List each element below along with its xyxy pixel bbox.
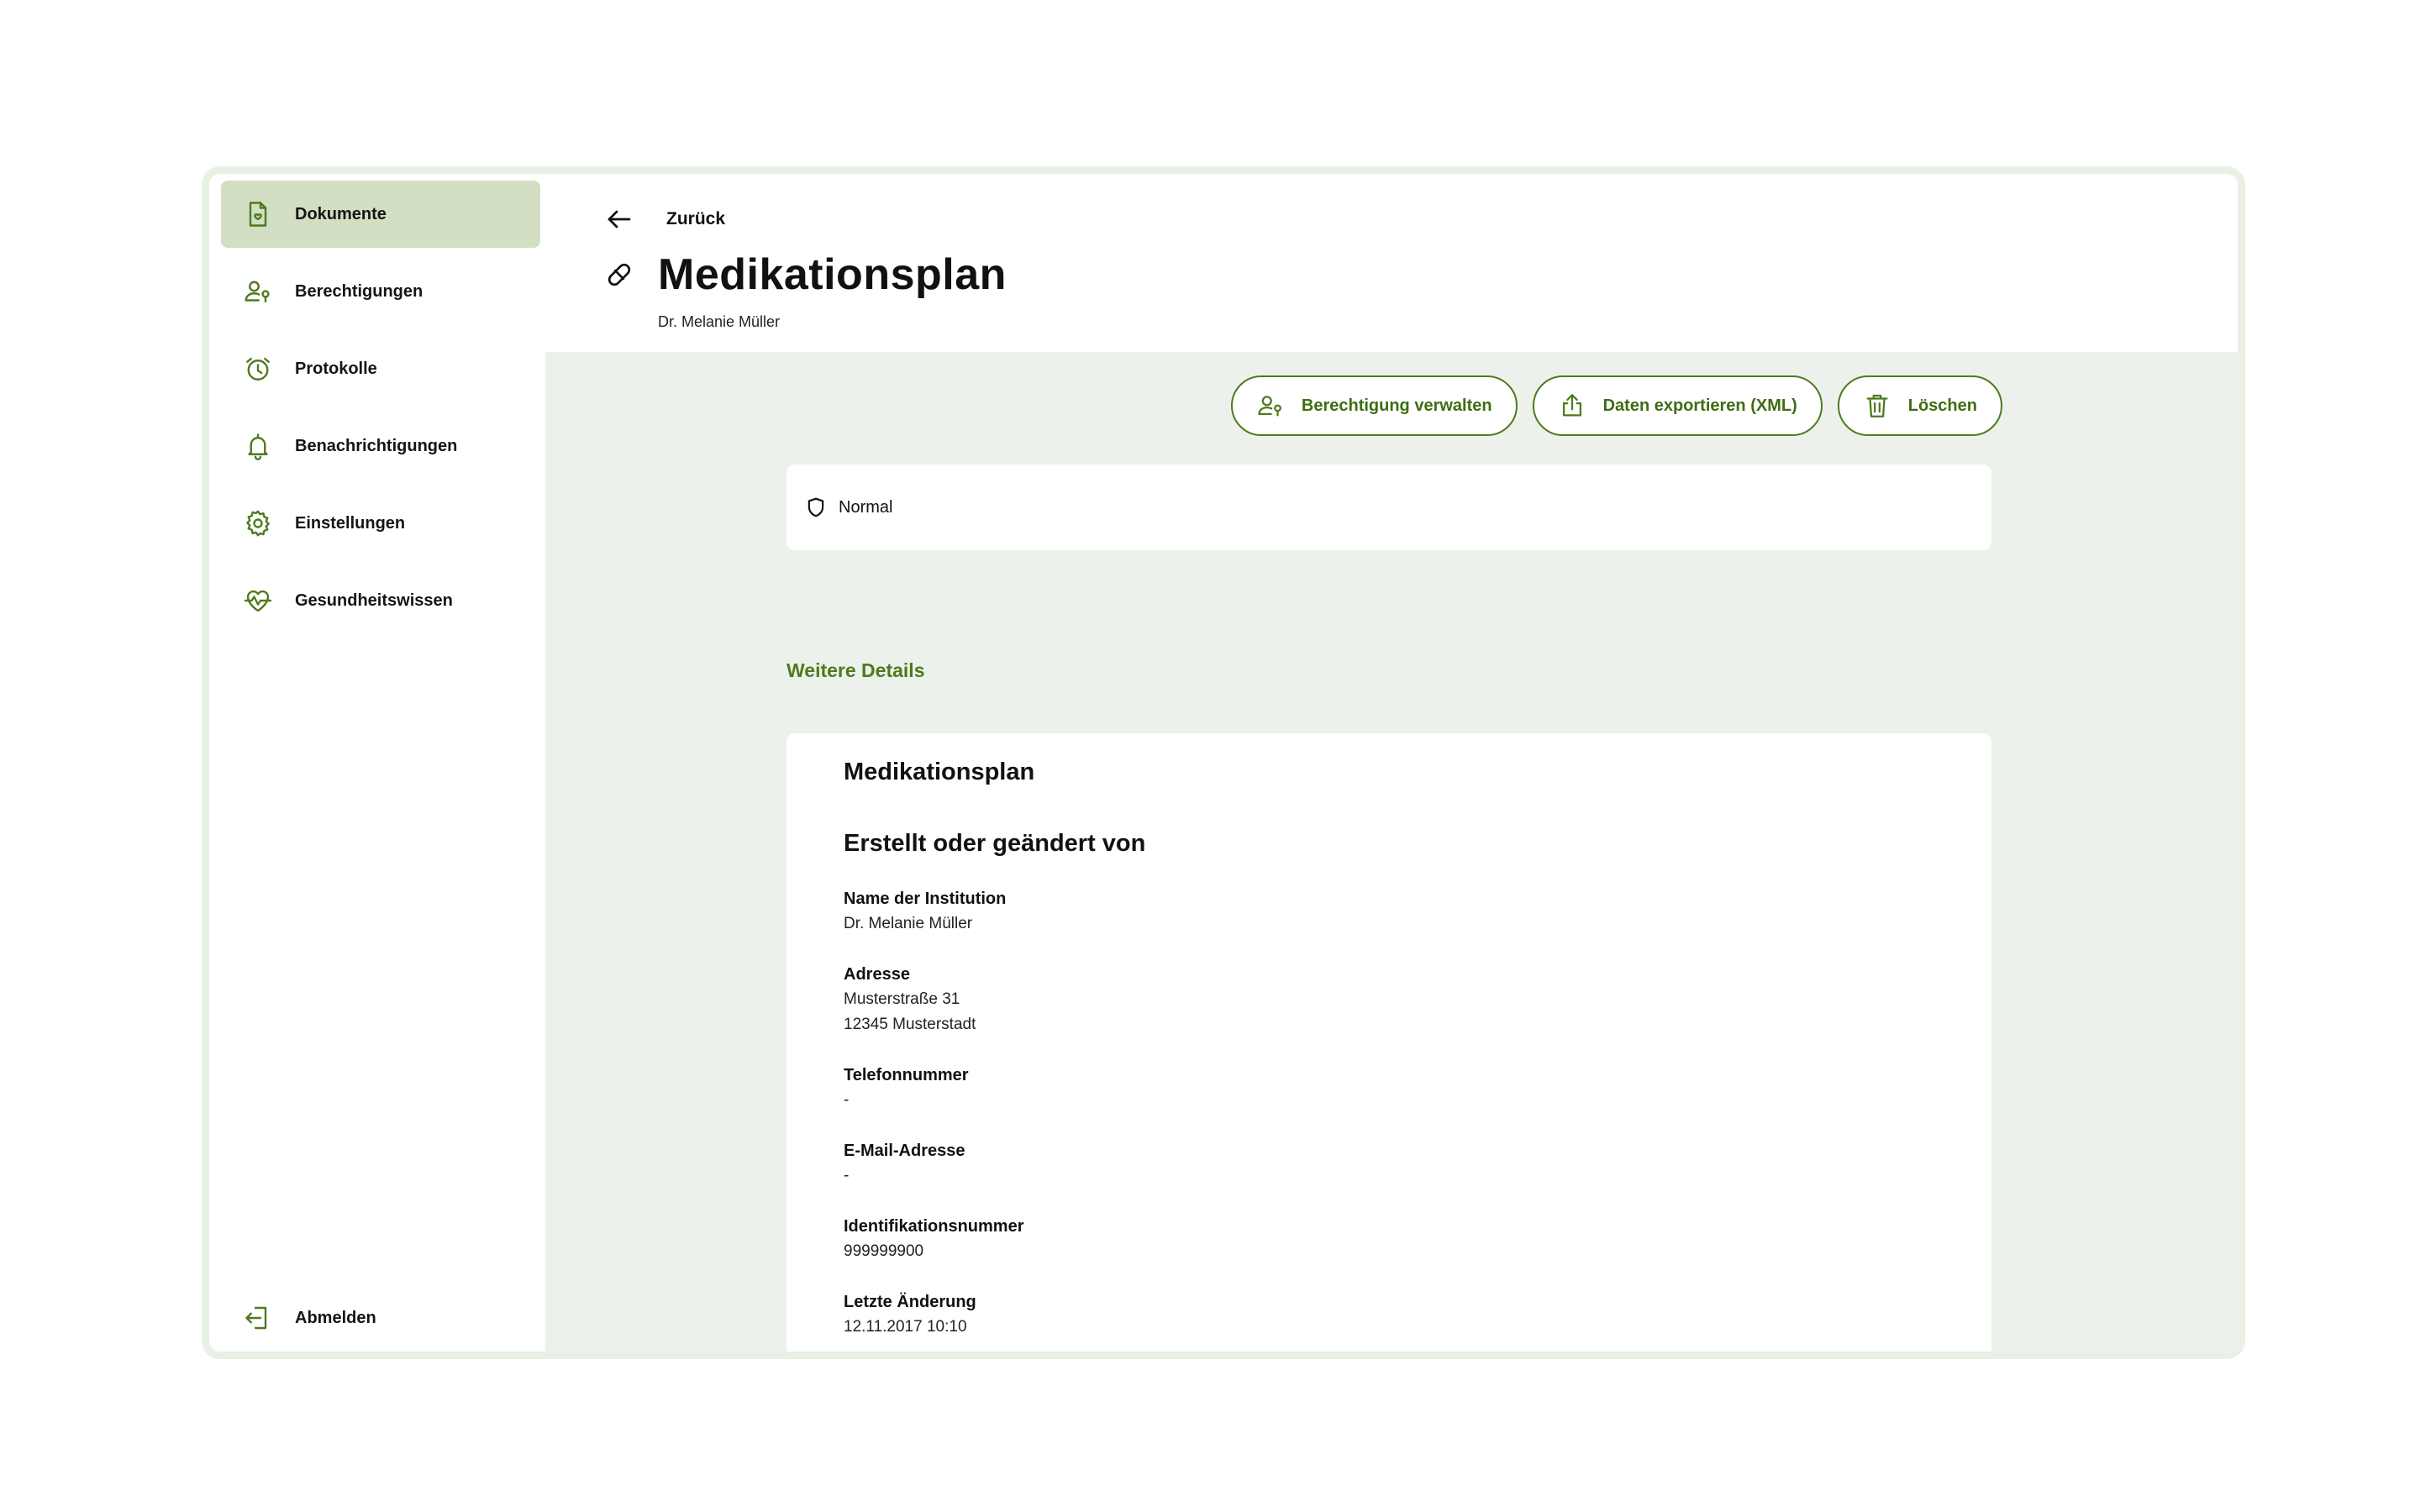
alarm-clock-icon [241, 352, 275, 386]
sidebar-item-label: Einstellungen [295, 513, 406, 533]
field-institution: Name der Institution Dr. Melanie Müller [844, 886, 1934, 937]
delete-button[interactable]: Löschen [1837, 375, 2002, 436]
logout-button[interactable]: Abmelden [221, 1284, 540, 1352]
field-label: Adresse [844, 965, 910, 984]
field-value: Musterstraße 31 [844, 990, 960, 1008]
field-phone: Telefonnummer - [844, 1063, 1934, 1113]
sidebar-item-label: Dokumente [295, 204, 387, 223]
user-key-icon [241, 275, 275, 308]
delete-label: Löschen [1907, 396, 1977, 415]
status-card: Normal [786, 465, 1991, 550]
field-value: 12345 Musterstadt [844, 1016, 976, 1033]
field-label: E-Mail-Adresse [844, 1142, 965, 1160]
more-details-link[interactable]: Weitere Details [786, 659, 924, 682]
field-address: Adresse Musterstraße 31 12345 Musterstad… [844, 962, 1934, 1037]
field-value: - [844, 1091, 850, 1109]
app-window: Dokumente Berechtigungen Protokolle Bena… [202, 166, 2245, 1359]
bell-icon [241, 429, 275, 463]
main-content: Zurück Medikationsplan Dr. Melanie Mülle… [545, 174, 2238, 1352]
field-label: Name der Institution [844, 890, 1007, 908]
sidebar-item-label: Protokolle [295, 359, 377, 378]
document-icon [241, 197, 275, 231]
pill-icon [608, 263, 631, 286]
field-id-number: Identifikationsnummer 999999900 [844, 1214, 1934, 1264]
page-subtitle: Dr. Melanie Müller [658, 313, 781, 330]
manage-permissions-button[interactable]: Berechtigung verwalten [1230, 375, 1518, 436]
sidebar-item-einstellungen[interactable]: Einstellungen [221, 490, 540, 557]
detail-card-title: Medikationsplan [844, 759, 1035, 785]
shield-icon [808, 497, 824, 517]
detail-card: Medikationsplan Erstellt oder geändert v… [786, 733, 1991, 1352]
field-email: E-Mail-Adresse - [844, 1138, 1934, 1189]
sidebar-item-label: Berechtigungen [295, 281, 424, 301]
sidebar-item-gesundheitswissen[interactable]: Gesundheitswissen [221, 567, 540, 634]
trash-icon [1866, 394, 1888, 417]
sidebar-item-label: Gesundheitswissen [295, 591, 453, 610]
sidebar-item-dokumente[interactable]: Dokumente [221, 181, 540, 248]
action-bar: Berechtigung verwalten Daten exportieren… [1230, 375, 2002, 436]
field-value: - [844, 1167, 850, 1184]
status-label: Normal [839, 497, 893, 517]
heart-pulse-icon [241, 584, 275, 617]
page-header: Zurück Medikationsplan Dr. Melanie Mülle… [545, 174, 2238, 352]
upload-icon [1562, 394, 1581, 417]
field-last-change: Letzte Änderung 12.11.2017 10:10 [844, 1289, 1934, 1340]
logout-icon [241, 1301, 275, 1335]
field-label: Letzte Änderung [844, 1293, 976, 1311]
field-value: 12.11.2017 10:10 [844, 1318, 967, 1336]
user-key-icon [1258, 396, 1281, 417]
back-button[interactable]: Zurück [604, 204, 725, 234]
export-xml-label: Daten exportieren (XML) [1602, 396, 1797, 415]
arrow-left-icon [608, 210, 631, 228]
page-title: Medikationsplan [658, 250, 1007, 299]
field-label: Identifikationsnummer [844, 1217, 1024, 1236]
logout-label: Abmelden [295, 1308, 376, 1327]
field-value: 999999900 [844, 1242, 924, 1260]
detail-subheading: Erstellt oder geändert von [844, 830, 1146, 857]
field-label: Telefonnummer [844, 1066, 969, 1084]
gear-icon [241, 507, 275, 540]
sidebar-item-benachrichtigungen[interactable]: Benachrichtigungen [221, 412, 540, 480]
manage-permissions-label: Berechtigung verwalten [1301, 396, 1492, 415]
sidebar-item-label: Benachrichtigungen [295, 436, 458, 455]
back-label: Zurück [666, 209, 726, 228]
export-xml-button[interactable]: Daten exportieren (XML) [1532, 375, 1823, 436]
field-value: Dr. Melanie Müller [844, 915, 973, 932]
sidebar: Dokumente Berechtigungen Protokolle Bena… [209, 174, 545, 1352]
sidebar-item-protokolle[interactable]: Protokolle [221, 335, 540, 402]
sidebar-item-berechtigungen[interactable]: Berechtigungen [221, 258, 540, 325]
